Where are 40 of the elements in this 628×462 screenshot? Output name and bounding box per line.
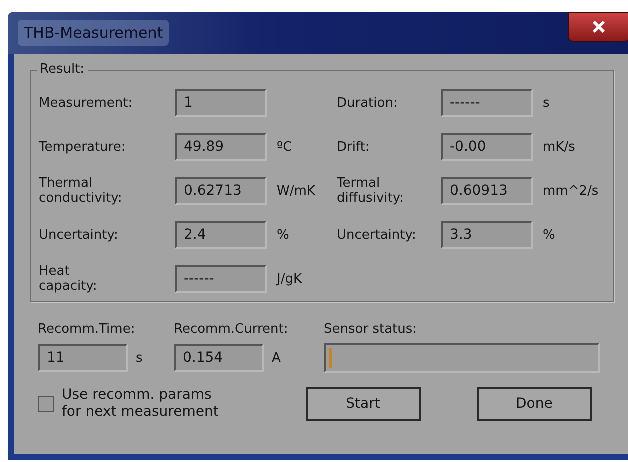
field-label: Uncertainty: — [337, 228, 418, 242]
readout-field: 2.4 — [175, 221, 267, 249]
unit-label: J/gK — [275, 272, 303, 286]
readout-field: 0.60913 — [441, 177, 533, 205]
field-label: Thermal conductivity: — [39, 176, 124, 206]
readout-field: 0.154 — [174, 344, 264, 372]
unit-label: ºC — [276, 140, 294, 154]
readout-field: -0.00 — [441, 133, 533, 161]
close-icon — [592, 21, 606, 33]
readout-field: 3.3 — [441, 221, 533, 249]
unit-label: % — [542, 228, 556, 242]
checkbox-label: Use recomm. params for next measurement — [62, 387, 219, 421]
action-button[interactable]: Done — [476, 387, 592, 421]
unit-label: s — [542, 96, 551, 110]
readout-field: ------ — [175, 265, 267, 293]
unit-label: mK/s — [542, 140, 576, 154]
readout-field: 11 — [38, 344, 128, 372]
field-label: Temperature: — [39, 140, 127, 154]
readout-field: 0.62713 — [175, 177, 267, 205]
unit-label: % — [276, 228, 290, 242]
field-label: Sensor status: — [324, 322, 418, 337]
field-label: Heat capacity: — [39, 264, 98, 294]
unit-label: mm^2/s — [542, 184, 600, 198]
field-label: Uncertainty: — [39, 228, 120, 242]
field-label: Recomm.Time: — [38, 322, 136, 337]
window-title: THB-Measurement — [18, 20, 170, 46]
field-label: Drift: — [337, 140, 371, 154]
readout-field: ------ — [441, 89, 533, 117]
action-button[interactable]: Start — [306, 387, 421, 421]
close-button[interactable] — [568, 12, 628, 42]
field-label: Termal diffusivity: — [337, 176, 405, 206]
field-label: Measurement: — [39, 96, 134, 110]
checkbox[interactable] — [38, 396, 54, 412]
unit-label: s — [136, 350, 143, 366]
field-label: Recomm.Current: — [174, 322, 290, 337]
unit-label: W/mK — [276, 184, 316, 198]
unit-label: A — [272, 350, 281, 366]
readout-field: 1 — [175, 89, 267, 117]
field-label: Duration: — [337, 96, 399, 110]
readout-field: 49.89 — [175, 133, 267, 161]
